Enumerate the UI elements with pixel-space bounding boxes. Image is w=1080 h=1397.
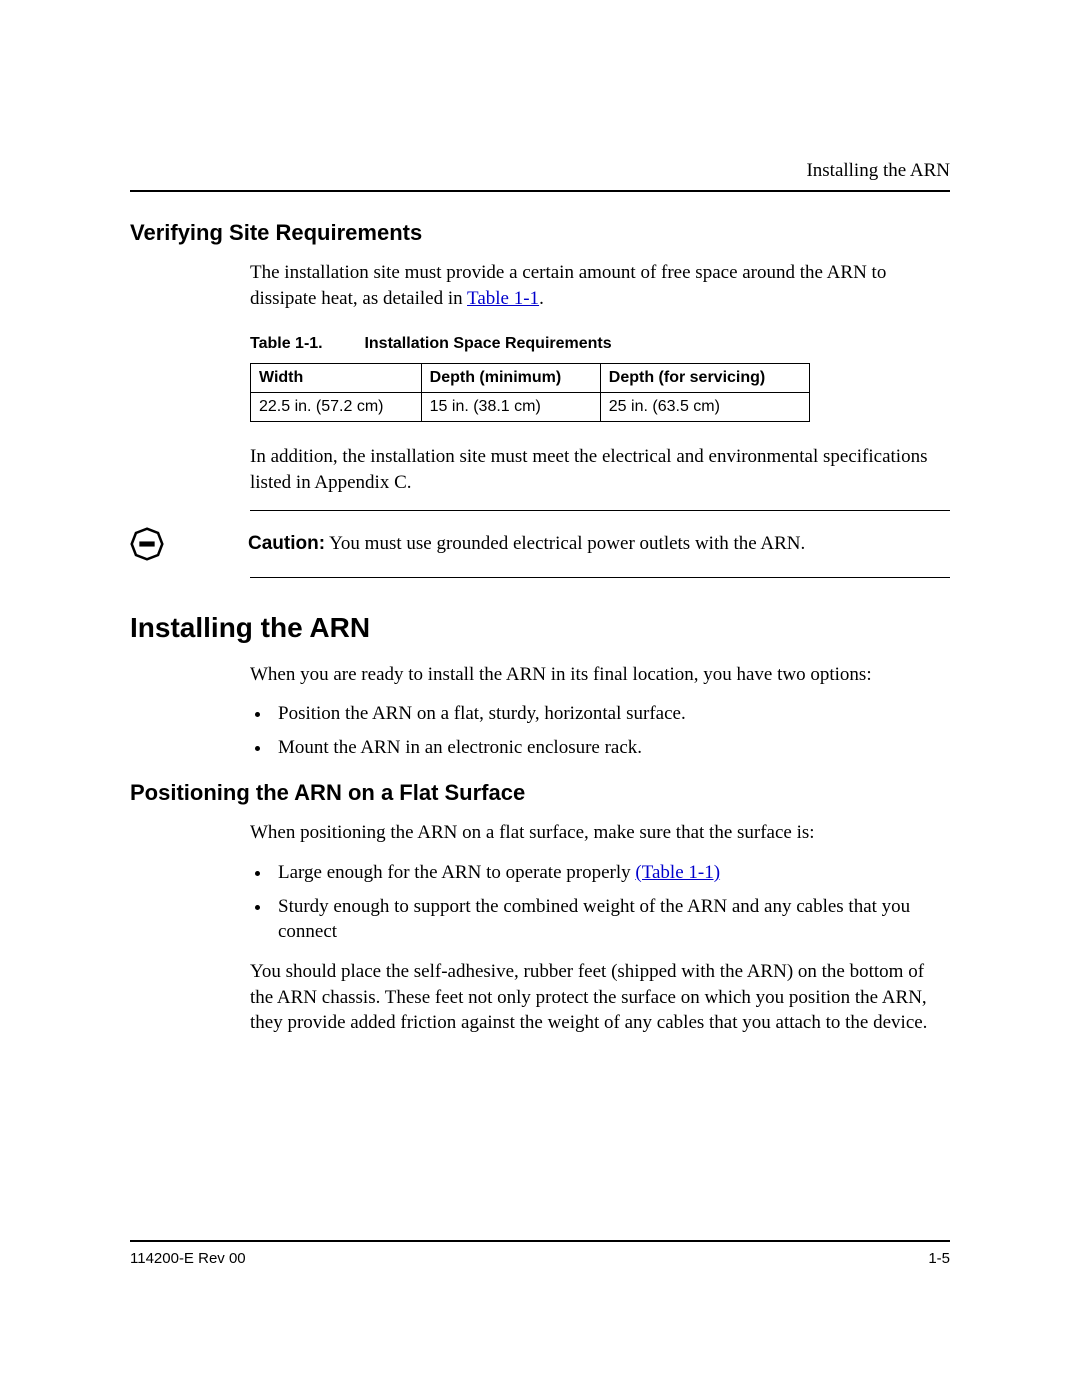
- running-header: Installing the ARN: [130, 160, 950, 182]
- body-block-3: When positioning the ARN on a flat surfa…: [250, 820, 950, 1035]
- link-table-1-1[interactable]: Table 1-1: [467, 288, 539, 309]
- para-install-options: When you are ready to install the ARN in…: [250, 662, 950, 688]
- list-item: Sturdy enough to support the combined we…: [272, 894, 950, 945]
- caution-text: Caution: You must use grounded electrica…: [248, 531, 805, 557]
- list-item: Large enough for the ARN to operate prop…: [272, 860, 950, 886]
- heading-installing-the-arn: Installing the ARN: [130, 612, 950, 644]
- text-fragment: The installation site must provide a cer…: [250, 262, 886, 309]
- header-rule: [130, 190, 950, 192]
- table-header-depth-service: Depth (for servicing): [600, 364, 809, 393]
- para-surface-intro: When positioning the ARN on a flat surfa…: [250, 820, 950, 846]
- body-block-2: When you are ready to install the ARN in…: [250, 662, 950, 761]
- table-header-depth-min: Depth (minimum): [421, 364, 600, 393]
- caution-icon: [130, 527, 164, 561]
- caution-rule-bottom: [250, 577, 950, 578]
- caution-label: Caution:: [248, 533, 325, 554]
- text-fragment: .: [539, 288, 544, 309]
- caution-block: Caution: You must use grounded electrica…: [130, 511, 950, 577]
- page: Installing the ARN Verifying Site Requir…: [0, 0, 1080, 1397]
- caution-body: You must use grounded electrical power o…: [325, 533, 805, 554]
- list-surface-requirements: Large enough for the ARN to operate prop…: [250, 860, 950, 945]
- table-caption-label: Table 1-1.: [250, 335, 360, 353]
- footer-doc-id: 114200-E Rev 00: [130, 1250, 246, 1267]
- table-installation-space: Width Depth (minimum) Depth (for servici…: [250, 363, 810, 422]
- heading-positioning-flat-surface: Positioning the ARN on a Flat Surface: [130, 780, 950, 806]
- table-cell-depth-min: 15 in. (38.1 cm): [421, 393, 600, 422]
- caution-rule-wrap: [250, 577, 950, 578]
- table-caption: Table 1-1. Installation Space Requiremen…: [250, 335, 950, 353]
- para-site-free-space: The installation site must provide a cer…: [250, 260, 950, 311]
- text-fragment: Large enough for the ARN to operate prop…: [278, 862, 635, 883]
- table-header-width: Width: [251, 364, 422, 393]
- table-cell-width: 22.5 in. (57.2 cm): [251, 393, 422, 422]
- link-table-1-1-ref[interactable]: (Table 1-1): [635, 862, 720, 883]
- table-row: 22.5 in. (57.2 cm) 15 in. (38.1 cm) 25 i…: [251, 393, 810, 422]
- page-footer: 114200-E Rev 00 1-5: [130, 1240, 950, 1267]
- para-electrical-environmental: In addition, the installation site must …: [250, 444, 950, 495]
- footer-row: 114200-E Rev 00 1-5: [130, 1250, 950, 1267]
- table-cell-depth-service: 25 in. (63.5 cm): [600, 393, 809, 422]
- list-install-options: Position the ARN on a flat, sturdy, hori…: [250, 701, 950, 760]
- table-header-row: Width Depth (minimum) Depth (for servici…: [251, 364, 810, 393]
- body-block-1: The installation site must provide a cer…: [250, 260, 950, 511]
- para-rubber-feet: You should place the self-adhesive, rubb…: [250, 959, 950, 1036]
- footer-rule: [130, 1240, 950, 1242]
- list-item: Position the ARN on a flat, sturdy, hori…: [272, 701, 950, 727]
- heading-verifying-site-requirements: Verifying Site Requirements: [130, 220, 950, 246]
- list-item: Mount the ARN in an electronic enclosure…: [272, 735, 950, 761]
- footer-page-number: 1-5: [928, 1250, 950, 1267]
- table-caption-title: Installation Space Requirements: [364, 335, 611, 352]
